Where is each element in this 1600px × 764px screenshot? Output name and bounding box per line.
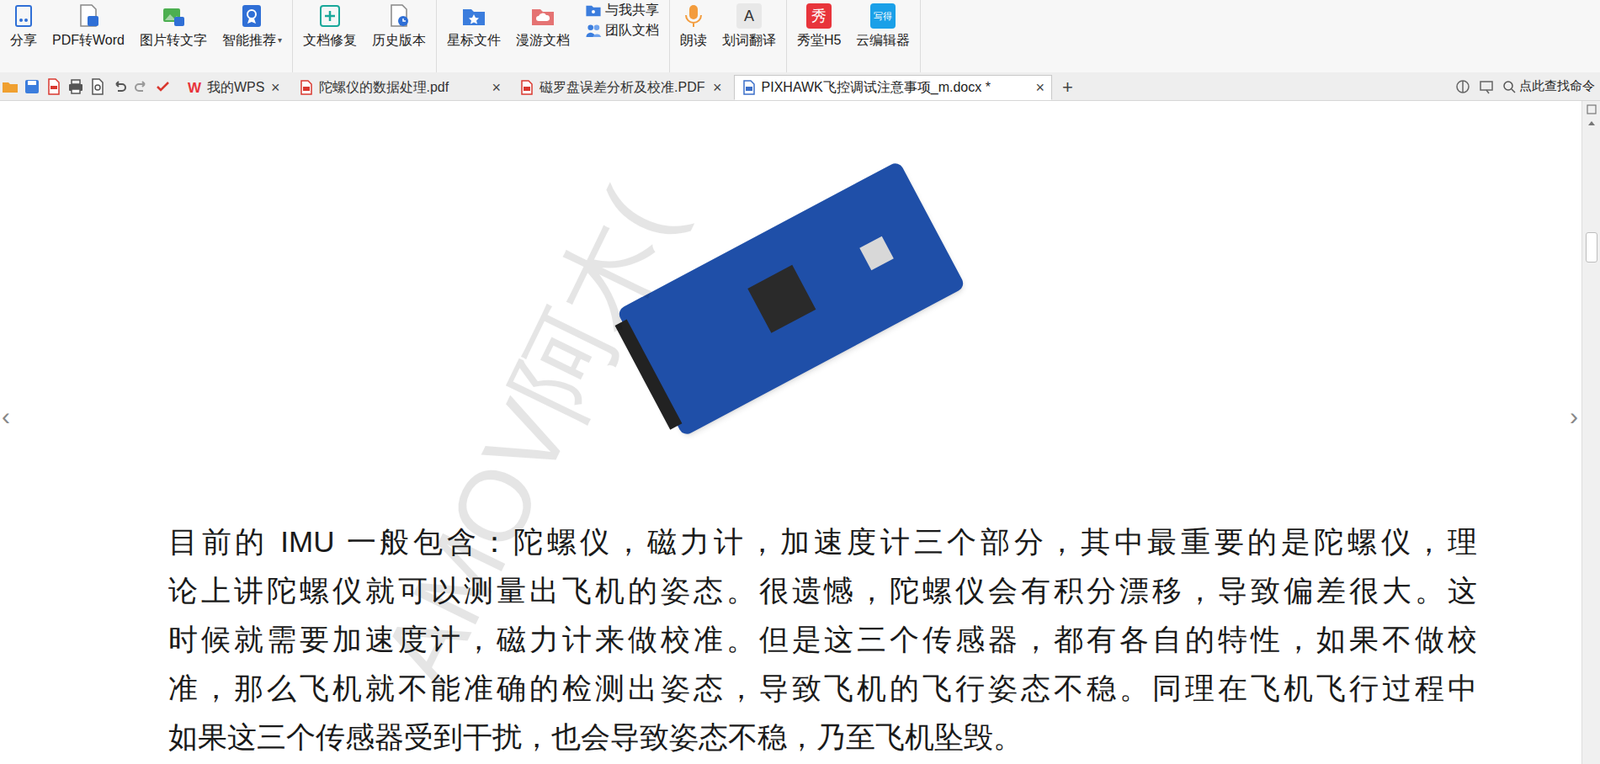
roam-icon [530,3,556,29]
toolbar-label: 分享 [10,31,38,49]
recommend-icon [239,3,265,29]
toolbar-button[interactable]: A 划词翻译 [717,0,782,49]
toolbar-group: 分享 PDF转Word 图片转文字智能推荐▾ [0,0,293,73]
previous-page-button[interactable]: ‹ [1,403,11,430]
paragraph-line: 准，那么飞机就不能准确的检测出姿态，导致飞机的飞行姿态不稳。同理在飞机飞行过程中 [168,664,1478,713]
toolbar-button[interactable]: 漫游文档 [510,0,575,49]
toolbar-label: 漫游文档 [515,31,570,49]
tab-close-button[interactable]: × [712,79,723,96]
read-icon [680,3,707,29]
toolbar-label: 与我共享 [605,1,660,19]
paragraph-line: 时候就需要加速度计，磁力计来做校准。但是这三个传感器，都有各自的特性，如果不做校 [168,615,1478,665]
document-tab[interactable]: W 我的WPS × [180,74,288,101]
toolbar-button[interactable]: 写得云编辑器 [850,0,915,49]
document-page: AMOV阿木(目前的 IMU 一般包含：陀螺仪，磁力计，加速度计三个部分，其中最… [0,100,1582,764]
watermark: AMOV阿木( [365,175,690,700]
toolbar-button[interactable]: 朗读 [675,0,713,49]
search-icon [1502,79,1516,94]
toolbar-group: 秀秀堂H5写得云编辑器 [786,0,921,73]
share-icon [10,3,37,29]
document-paragraph: 目前的 IMU 一般包含：陀螺仪，磁力计，加速度计三个部分，其中最重要的是陀螺仪… [168,517,1478,762]
export-pdf-icon[interactable] [45,78,63,96]
next-page-button[interactable]: › [1569,403,1579,430]
repair-icon [317,3,343,29]
command-search[interactable]: 点此查找命令 [1502,76,1595,96]
toolbar-label: 团队文档 [605,21,660,39]
paragraph-line: 论上讲陀螺仪就可以测量出飞机的姿态。很遗憾，陀螺仪会有积分漂移，导致偏差很大。这 [168,566,1478,616]
document-tab[interactable]: PIXHAWK飞控调试注意事项_m.docx *× [733,74,1053,101]
toolbar-label: 星标文件 [446,31,501,49]
check-icon[interactable] [154,78,172,96]
team-icon [584,21,602,39]
toolbar-group: 朗读 A 划词翻译 [669,0,787,73]
caret-icon: ▾ [277,31,282,49]
quick-access-bar [0,72,181,101]
star-icon [461,3,487,29]
toolbar-button[interactable]: 智能推荐▾ [217,0,288,49]
paragraph-line: 目前的 IMU 一般包含：陀螺仪，磁力计，加速度计三个部分，其中最重要的是陀螺仪… [168,517,1478,567]
redo-icon[interactable] [132,78,150,96]
wps-window: 分享PDF转Word图片转文字智能推荐▾文档修复历史版本星标文件漫游文档与我共享… [0,0,1600,764]
toolbar-label: PDF转Word [52,31,125,49]
img2text-icon [160,3,187,29]
toolbar-group: 星标文件漫游文档与我共享团队文档 [436,0,670,73]
new-tab-button[interactable]: + [1057,74,1079,101]
vertical-scrollbar[interactable] [1581,100,1600,764]
history-icon [386,3,412,29]
pdf-file-icon [519,79,535,96]
tab-bar: W我的WPS×陀螺仪的数据处理.pdf×磁罗盘误差分析及校准.PDF×PIXHA… [0,72,1600,101]
doc-file-icon [741,79,757,96]
document-tab[interactable]: 陀螺仪的数据处理.pdf× [292,74,509,101]
toolbar-button[interactable]: 分享 [5,0,43,49]
toolbar-label: 历史版本 [372,31,426,49]
tab-label: 磁罗盘误差分析及校准.PDF [539,77,708,98]
document-area: AMOV阿木(目前的 IMU 一般包含：陀螺仪，磁力计，加速度计三个部分，其中最… [0,100,1600,764]
pdf-file-icon [298,79,314,96]
toolbar-button[interactable]: 秀秀堂H5 [792,0,846,49]
open-folder-icon[interactable] [1,78,19,96]
panel-icon[interactable] [1586,104,1597,115]
tab-label: 我的WPS [207,77,266,98]
paragraph-line: 如果这三个传感器受到干扰，也会导致姿态不稳，乃至飞机坠毁。 [168,712,1478,762]
toolbar-label: 秀堂H5 [797,31,841,49]
document-tab[interactable]: 磁罗盘误差分析及校准.PDF× [512,74,729,101]
print-icon[interactable] [67,78,85,96]
toolbar-button[interactable]: 图片转文字 [134,0,213,49]
toolbar-button[interactable]: 文档修复 [297,0,362,49]
toolbar-button[interactable]: 星标文件 [441,0,506,49]
share-with-me-icon [584,1,602,19]
translate-icon: A [736,3,762,29]
scroll-up-icon[interactable] [1587,119,1596,127]
tab-close-button[interactable]: × [492,79,502,96]
ribbon-toolbar: 分享PDF转Word图片转文字智能推荐▾文档修复历史版本星标文件漫游文档与我共享… [0,0,1600,73]
toolbar-label: 云编辑器 [855,31,910,49]
toolbar-group: 文档修复历史版本 [292,0,437,73]
pdf2word-icon [75,3,101,29]
undo-icon[interactable] [111,78,128,96]
toolbar-label: 朗读 [680,31,707,49]
skin-icon[interactable] [1455,79,1471,95]
toolbar-label: 智能推荐 [222,31,277,49]
print-preview-icon[interactable] [89,78,107,96]
xiutang-icon: 秀 [806,3,832,29]
toolbar-label: 文档修复 [302,31,357,49]
toolbar-stack: 与我共享团队文档 [579,0,665,39]
sensor-board-picture [610,159,973,438]
save-icon[interactable] [23,78,41,96]
feedback-icon[interactable] [1478,79,1494,95]
toolbar-small-button[interactable]: 与我共享 [584,1,660,19]
wps-logo-icon: W [186,79,202,96]
toolbar-small-button[interactable]: 团队文档 [584,21,660,39]
toolbar-button[interactable]: PDF转Word [47,0,130,49]
toolbar-button[interactable]: 历史版本 [366,0,431,49]
toolbar-label: 图片转文字 [139,31,208,49]
tab-label: PIXHAWK飞控调试注意事项_m.docx * [761,77,1032,98]
toolbar-label: 划词翻译 [722,31,777,49]
tab-label: 陀螺仪的数据处理.pdf [318,77,488,98]
tab-close-button[interactable]: × [1036,79,1046,96]
scrollbar-thumb[interactable] [1585,232,1598,263]
cloud-editor-icon: 写得 [870,3,896,29]
tab-close-button[interactable]: × [271,79,281,96]
